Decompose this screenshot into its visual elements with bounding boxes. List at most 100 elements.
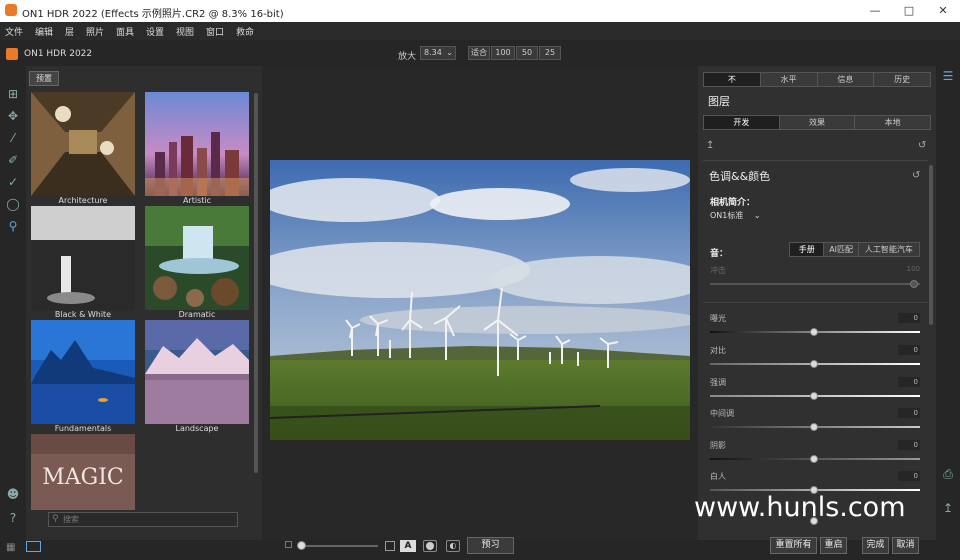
- slider-label-highlights: 强调: [710, 378, 726, 387]
- tone-manual[interactable]: 手册: [790, 243, 825, 256]
- thumb-architecture[interactable]: [31, 92, 135, 196]
- amount-value: 100: [906, 265, 920, 273]
- window-title: ON1 HDR 2022 (Effects 示例照片.CR2 @ 8.3% 16…: [22, 9, 284, 20]
- highlights-slider-knob[interactable]: [810, 392, 818, 400]
- tab-local[interactable]: 本地: [855, 116, 930, 129]
- midtones-slider-knob[interactable]: [810, 423, 818, 431]
- large-thumb-icon: [385, 541, 395, 551]
- menu-photo[interactable]: 照片: [86, 25, 104, 38]
- amount-slider-track[interactable]: [710, 283, 920, 285]
- tab-info[interactable]: 信息: [818, 73, 875, 86]
- tab-history[interactable]: 历史: [874, 73, 930, 86]
- adjust-sliders-icon[interactable]: ☰: [940, 68, 956, 84]
- thumb-landscape[interactable]: [145, 320, 249, 424]
- slider-value-midtones[interactable]: 0: [898, 408, 920, 418]
- menu-bar: 文件 编辑 层 照片 面具 设置 视图 窗口 救命: [0, 22, 960, 40]
- thumb-label: Landscape: [175, 424, 219, 433]
- search-input[interactable]: ⚲ 搜索: [48, 512, 238, 527]
- thumb-artistic[interactable]: [145, 92, 249, 196]
- zoom-100-button[interactable]: 100: [491, 46, 515, 60]
- tab-level[interactable]: 水平: [761, 73, 818, 86]
- grid-view-icon[interactable]: [26, 541, 41, 552]
- done-button[interactable]: 完成: [862, 537, 889, 554]
- zoom-fit-button[interactable]: 适合: [468, 46, 490, 60]
- zoom-tool-icon[interactable]: ⚲: [5, 218, 21, 234]
- reset-button[interactable]: 重启: [820, 537, 847, 554]
- reset-all-button[interactable]: 重置所有: [770, 537, 817, 554]
- filmstrip-icon[interactable]: ▦: [6, 542, 15, 553]
- thumb-magic[interactable]: MAGIC: [31, 434, 135, 510]
- exposure-slider-knob[interactable]: [810, 328, 818, 336]
- slider-value-shadows[interactable]: 0: [898, 440, 920, 450]
- reset-icon[interactable]: ↺: [918, 140, 926, 151]
- preview-button[interactable]: 预习: [467, 537, 514, 554]
- slider-label-contrast: 对比: [710, 346, 726, 355]
- mask-view-icon[interactable]: [423, 540, 437, 552]
- thumb-fundamentals[interactable]: [31, 320, 135, 424]
- retouch-icon[interactable]: ◯: [5, 196, 21, 212]
- section-title: 色调&&颜色: [709, 170, 771, 183]
- layers-title: 图层: [708, 95, 730, 108]
- search-placeholder: 搜索: [63, 515, 79, 524]
- zoom-select[interactable]: 8.34 ⌄: [420, 46, 456, 60]
- app-name: ON1 HDR 2022: [24, 49, 93, 59]
- tab-none[interactable]: 不: [704, 73, 761, 86]
- masking-brush-icon[interactable]: ✐: [5, 152, 21, 168]
- help-icon[interactable]: ?: [5, 510, 21, 526]
- contrast-slider-knob[interactable]: [810, 360, 818, 368]
- zoom-50-button[interactable]: 50: [516, 46, 538, 60]
- amount-slider-knob[interactable]: [910, 280, 918, 288]
- text-overlay-icon[interactable]: A: [400, 540, 416, 552]
- menu-window[interactable]: 窗口: [206, 25, 224, 38]
- thumb-size-slider[interactable]: [300, 545, 378, 547]
- minimize-icon[interactable]: —: [868, 4, 882, 18]
- slider-value-whites[interactable]: 0: [898, 471, 920, 481]
- tone-ai-match[interactable]: AI匹配: [824, 243, 859, 256]
- menu-mask[interactable]: 面具: [116, 25, 134, 38]
- top-tabs: 不 水平 信息 历史: [703, 72, 931, 87]
- title-bar: ON1 HDR 2022 (Effects 示例照片.CR2 @ 8.3% 16…: [0, 0, 960, 22]
- divider: [703, 302, 928, 303]
- maximize-icon[interactable]: □: [902, 4, 916, 18]
- cancel-button[interactable]: 取消: [892, 537, 919, 554]
- mask-bug-icon[interactable]: ✓: [5, 174, 21, 190]
- menu-settings[interactable]: 设置: [146, 25, 164, 38]
- close-icon[interactable]: ✕: [936, 4, 950, 18]
- panel-scrollbar[interactable]: [929, 165, 933, 325]
- person-icon[interactable]: ☻: [5, 486, 21, 502]
- menu-help[interactable]: 救命: [236, 25, 254, 38]
- tone-ai-auto[interactable]: 人工智能汽车: [859, 243, 919, 256]
- zoom-25-button[interactable]: 25: [539, 46, 561, 60]
- amount-label: 冲击: [710, 266, 726, 275]
- tab-develop[interactable]: 开发: [704, 116, 780, 129]
- app-icon: [5, 4, 17, 16]
- print-icon[interactable]: ⎙: [940, 466, 956, 482]
- shadows-slider-knob[interactable]: [810, 455, 818, 463]
- preset-button[interactable]: 预置: [29, 71, 59, 86]
- slider-label-exposure: 曝光: [710, 314, 726, 323]
- compare-icon[interactable]: ◐: [446, 540, 460, 552]
- slider-value-highlights[interactable]: 0: [898, 377, 920, 387]
- menu-edit[interactable]: 编辑: [35, 25, 53, 38]
- slider-value-exposure[interactable]: 0: [898, 313, 920, 323]
- thumb-size-knob[interactable]: [297, 541, 306, 550]
- tab-effects[interactable]: 效果: [780, 116, 856, 129]
- main-photo[interactable]: [270, 160, 690, 440]
- slider-value-contrast[interactable]: 0: [898, 345, 920, 355]
- right-tool-strip: ☰ ⎙ ↥ ▣: [936, 66, 960, 560]
- menu-file[interactable]: 文件: [5, 25, 23, 38]
- thumb-dramatic[interactable]: [145, 206, 249, 310]
- share-icon[interactable]: ↥: [940, 500, 956, 516]
- thumb-black-white[interactable]: [31, 206, 135, 310]
- menu-view[interactable]: 视图: [176, 25, 194, 38]
- app-bar: ON1 HDR 2022 放大 8.34 ⌄ 适合 100 50 25: [0, 40, 960, 66]
- menu-layer[interactable]: 层: [65, 25, 74, 38]
- thumb-label: Dramatic: [178, 310, 216, 319]
- section-reset-icon[interactable]: ↺: [912, 170, 920, 181]
- crop-icon[interactable]: ⊞: [5, 86, 21, 102]
- move-icon[interactable]: ✥: [5, 108, 21, 124]
- brush-icon[interactable]: ⁄: [5, 130, 21, 146]
- browser-scrollbar[interactable]: [254, 93, 258, 473]
- camera-profile-select[interactable]: ON1标准 ⌄: [710, 210, 761, 221]
- export-icon[interactable]: ↥: [706, 140, 714, 151]
